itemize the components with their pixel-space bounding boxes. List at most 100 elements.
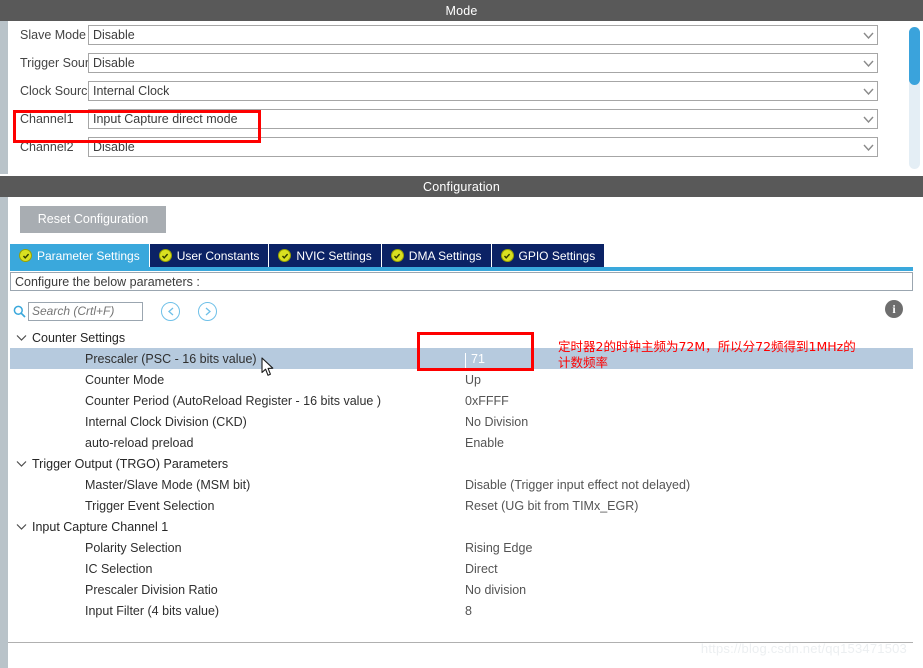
mode-row-trigger-source: Trigger Source Disable xyxy=(8,53,908,73)
param-row-polarity-selection[interactable]: Polarity Selection Rising Edge xyxy=(10,537,913,558)
param-label: Prescaler Division Ratio xyxy=(85,582,218,597)
mode-row-channel2: Channel2 Disable xyxy=(8,137,908,157)
settings-tabbar: Parameter Settings User Constants NVIC S… xyxy=(10,244,606,267)
check-circle-icon xyxy=(500,249,514,262)
param-row-counter-mode[interactable]: Counter Mode Up xyxy=(10,369,913,390)
param-value[interactable]: 0xFFFF xyxy=(465,394,913,408)
param-value[interactable]: No Division xyxy=(465,415,913,429)
watermark-text: https://blog.csdn.net/qq153471503 xyxy=(700,641,907,656)
parameter-tree: Counter Settings Prescaler (PSC - 16 bit… xyxy=(10,327,913,621)
tab-underline xyxy=(10,267,913,271)
tree-group-input-capture-channel-1[interactable]: Input Capture Channel 1 xyxy=(10,516,913,537)
param-value[interactable]: Up xyxy=(465,373,913,387)
label-slave-mode: Slave Mode xyxy=(20,28,87,42)
param-label: Trigger Event Selection xyxy=(85,498,215,513)
param-label: Polarity Selection xyxy=(85,540,182,555)
label-channel2: Channel2 xyxy=(20,140,74,154)
param-value[interactable]: No division xyxy=(465,583,913,597)
configure-note-text: Configure the below parameters : xyxy=(15,274,200,289)
param-value[interactable]: Reset (UG bit from TIMx_EGR) xyxy=(465,499,913,513)
tab-label: DMA Settings xyxy=(408,248,482,263)
label-clock-source: Clock Source xyxy=(20,84,95,98)
configuration-section-header: Configuration xyxy=(0,176,923,197)
param-value[interactable]: Rising Edge xyxy=(465,541,913,555)
check-circle-icon xyxy=(278,249,292,262)
search-input[interactable] xyxy=(28,301,143,321)
param-row-auto-reload-preload[interactable]: auto-reload preload Enable xyxy=(10,432,913,453)
tab-parameter-settings[interactable]: Parameter Settings xyxy=(10,244,150,267)
configure-note-bar: Configure the below parameters : xyxy=(10,272,913,291)
param-row-ic-selection[interactable]: IC Selection Direct xyxy=(10,558,913,579)
mode-section-header: Mode xyxy=(0,0,923,21)
chevron-down-icon[interactable] xyxy=(10,334,32,341)
search-icon xyxy=(10,305,28,318)
config-left-strip xyxy=(0,197,8,668)
param-label: Master/Slave Mode (MSM bit) xyxy=(85,477,251,492)
value-channel1: Input Capture direct mode xyxy=(93,112,238,126)
navigate-forward-icon[interactable] xyxy=(198,301,217,321)
param-label: Input Filter (4 bits value) xyxy=(85,603,220,618)
combobox-trigger-source[interactable]: Disable xyxy=(88,53,878,73)
check-circle-icon xyxy=(390,249,404,262)
value-channel2: Disable xyxy=(93,140,135,154)
search-toolbar xyxy=(10,298,913,324)
tab-nvic-settings[interactable]: NVIC Settings xyxy=(269,244,382,267)
label-channel1: Channel1 xyxy=(20,112,74,126)
mode-vertical-scrollbar[interactable] xyxy=(909,27,920,169)
configuration-panel: Configuration Reset Configuration Parame… xyxy=(0,176,923,668)
tree-group-label: Input Capture Channel 1 xyxy=(32,519,169,534)
label-trigger-source: Trigger Source xyxy=(20,56,103,70)
param-label: IC Selection xyxy=(85,561,153,576)
combobox-channel1[interactable]: Input Capture direct mode xyxy=(88,109,878,129)
tab-label: Parameter Settings xyxy=(37,248,140,263)
param-value[interactable]: 8 xyxy=(465,604,913,618)
param-row-prescaler-division-ratio[interactable]: Prescaler Division Ratio No division xyxy=(10,579,913,600)
combobox-slave-mode[interactable]: Disable xyxy=(88,25,878,45)
tab-gpio-settings[interactable]: GPIO Settings xyxy=(491,244,606,267)
check-circle-icon xyxy=(158,249,172,262)
tree-group-label: Counter Settings xyxy=(32,330,126,345)
tab-dma-settings[interactable]: DMA Settings xyxy=(381,244,492,267)
reset-configuration-button[interactable]: Reset Configuration xyxy=(20,206,166,233)
chevron-down-icon[interactable] xyxy=(859,116,877,123)
param-value[interactable]: Direct xyxy=(465,562,913,576)
param-row-counter-period[interactable]: Counter Period (AutoReload Register - 16… xyxy=(10,390,913,411)
tab-label: User Constants xyxy=(176,248,260,263)
chevron-down-icon[interactable] xyxy=(859,144,877,151)
param-row-internal-clock-division[interactable]: Internal Clock Division (CKD) No Divisio… xyxy=(10,411,913,432)
mode-panel: Mode Slave Mode Disable Trigger Source D… xyxy=(0,0,923,174)
param-label: Counter Period (AutoReload Register - 16… xyxy=(85,393,381,408)
tab-label: GPIO Settings xyxy=(518,248,596,263)
chevron-down-icon[interactable] xyxy=(859,32,877,39)
mode-row-clock-source: Clock Source Internal Clock xyxy=(8,81,908,101)
chevron-down-icon[interactable] xyxy=(10,460,32,467)
info-icon[interactable]: i xyxy=(885,300,903,318)
tree-group-trigger-output[interactable]: Trigger Output (TRGO) Parameters xyxy=(10,453,913,474)
mode-row-slave-mode: Slave Mode Disable xyxy=(8,25,908,45)
param-value[interactable]: Enable xyxy=(465,436,913,450)
chinese-annotation-note: 定时器2的时钟主频为72M，所以分72频得到1MHz的 计数频率 xyxy=(558,339,856,370)
mode-left-strip xyxy=(0,21,8,174)
navigate-back-icon[interactable] xyxy=(161,301,180,321)
chevron-down-icon[interactable] xyxy=(10,523,32,530)
mode-row-channel1: Channel1 Input Capture direct mode xyxy=(8,109,908,129)
chevron-down-icon[interactable] xyxy=(859,88,877,95)
mode-rows: Slave Mode Disable Trigger Source Disabl… xyxy=(8,25,908,165)
tree-group-label: Trigger Output (TRGO) Parameters xyxy=(32,456,229,471)
scrollbar-thumb[interactable] xyxy=(909,27,920,85)
param-label: auto-reload preload xyxy=(85,435,194,450)
param-label: Prescaler (PSC - 16 bits value) xyxy=(85,351,257,366)
tab-user-constants[interactable]: User Constants xyxy=(149,244,270,267)
configuration-section-title: Configuration xyxy=(423,179,500,194)
param-row-trigger-event-selection[interactable]: Trigger Event Selection Reset (UG bit fr… xyxy=(10,495,913,516)
param-value[interactable]: Disable (Trigger input effect not delaye… xyxy=(465,478,913,492)
combobox-clock-source[interactable]: Internal Clock xyxy=(88,81,878,101)
combobox-channel2[interactable]: Disable xyxy=(88,137,878,157)
value-clock-source: Internal Clock xyxy=(93,84,170,98)
mode-section-title: Mode xyxy=(445,3,478,18)
chevron-down-icon[interactable] xyxy=(859,60,877,67)
value-slave-mode: Disable xyxy=(93,28,135,42)
param-row-master-slave-mode[interactable]: Master/Slave Mode (MSM bit) Disable (Tri… xyxy=(10,474,913,495)
param-row-input-filter[interactable]: Input Filter (4 bits value) 8 xyxy=(10,600,913,621)
value-trigger-source: Disable xyxy=(93,56,135,70)
